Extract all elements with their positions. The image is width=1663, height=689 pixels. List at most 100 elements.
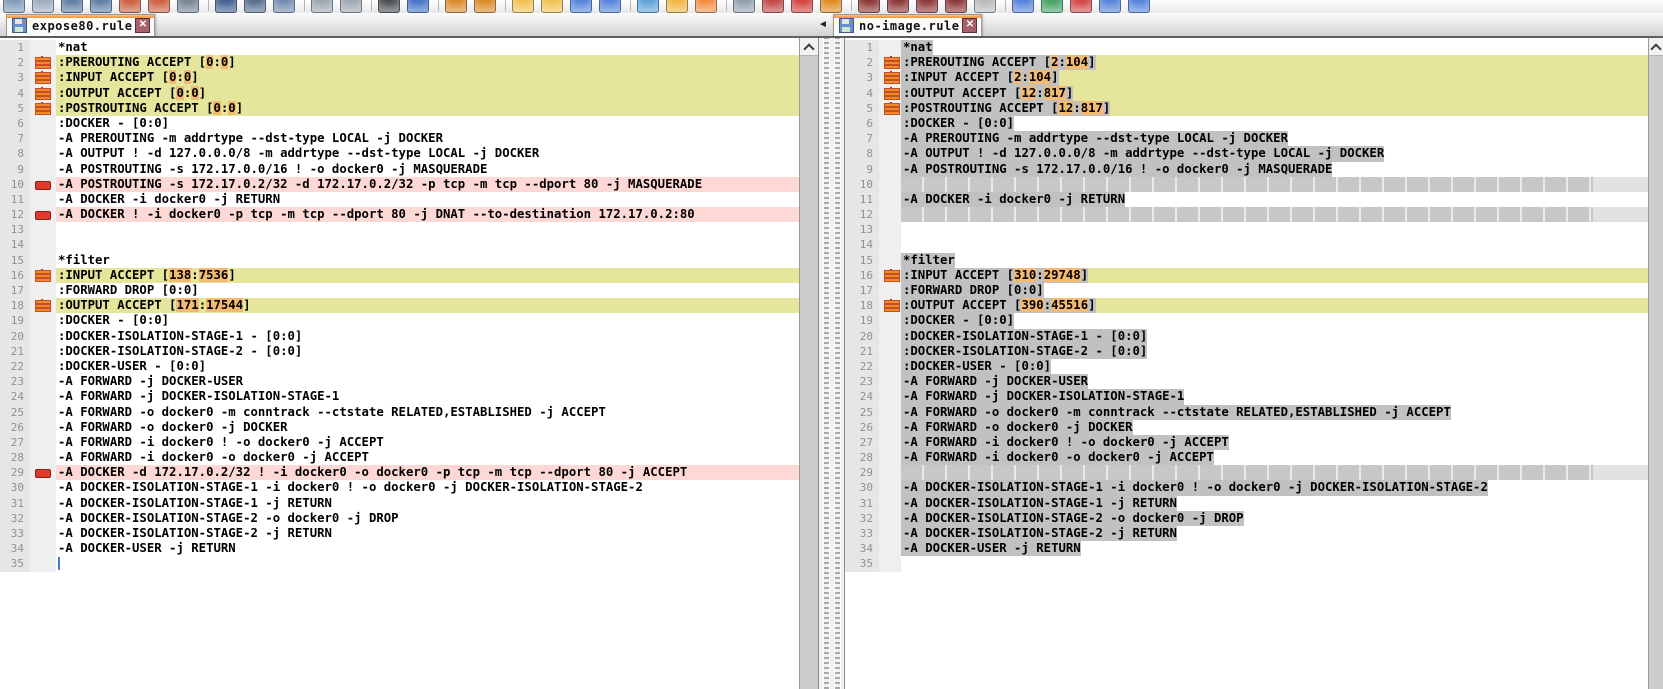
close-tab-icon[interactable]: ✕ [135,18,150,33]
code-line[interactable]: 12 [845,207,1649,222]
line-body[interactable]: :DOCKER - [0:0] [901,116,1649,131]
monitor-icon[interactable] [1099,0,1121,13]
line-body[interactable]: :DOCKER-USER - [0:0] [901,359,1649,374]
split-right-icon[interactable] [541,0,563,13]
left-vertical-scrollbar[interactable] [799,38,818,689]
code-line[interactable]: 21:DOCKER-ISOLATION-STAGE-2 - [0:0] [0,344,800,359]
line-body[interactable]: -A FORWARD -i docker0 -o docker0 -j ACCE… [56,450,800,465]
split-left-icon[interactable] [512,0,534,13]
note-icon[interactable] [695,0,717,13]
line-body[interactable]: -A DOCKER-USER -j RETURN [901,541,1649,556]
line-body[interactable]: :DOCKER - [0:0] [56,116,800,131]
close-file-icon[interactable] [119,0,141,13]
code-line[interactable]: 8-A OUTPUT ! -d 127.0.0.0/8 -m addrtype … [845,146,1649,161]
line-body[interactable] [901,237,1649,252]
delete-block-icon[interactable] [791,0,813,13]
line-body[interactable] [56,222,800,237]
line-body[interactable] [56,237,800,252]
line-body[interactable] [901,556,1649,571]
right-code-area[interactable]: 1*nat2:PREROUTING ACCEPT [2:104]3:INPUT … [845,38,1649,689]
line-body[interactable]: -A POSTROUTING -s 172.17.0.0/16 ! -o doc… [901,162,1649,177]
line-body[interactable]: :POSTROUTING ACCEPT [12:817] [901,101,1649,116]
code-line[interactable]: 5:POSTROUTING ACCEPT [12:817] [845,101,1649,116]
merge-chat-icon[interactable] [1012,0,1034,13]
first-diff-icon[interactable] [858,0,880,13]
line-body[interactable]: -A DOCKER-ISOLATION-STAGE-1 -j RETURN [901,496,1649,511]
code-line[interactable]: 8-A OUTPUT ! -d 127.0.0.0/8 -m addrtype … [0,146,800,161]
line-body[interactable]: :OUTPUT ACCEPT [390:45516] [901,298,1649,313]
line-body[interactable]: :PREROUTING ACCEPT [0:0] [56,55,800,70]
line-body[interactable]: -A FORWARD -o docker0 -j DOCKER [56,420,800,435]
line-body[interactable]: :DOCKER-ISOLATION-STAGE-2 - [0:0] [901,344,1649,359]
code-line[interactable]: 13 [0,222,800,237]
comment-icon[interactable] [666,0,688,13]
pane-splitter[interactable] [818,38,845,689]
code-line[interactable]: 30-A DOCKER-ISOLATION-STAGE-1 -i docker0… [0,480,800,495]
code-line[interactable]: 35 [0,556,800,571]
close-tab-icon[interactable]: ✕ [962,18,977,33]
tab-scroll-left-button[interactable]: ◄ [818,19,828,31]
code-line[interactable]: 15*filter [0,253,800,268]
code-line[interactable]: 28-A FORWARD -i docker0 -o docker0 -j AC… [845,450,1649,465]
code-line[interactable]: 9-A POSTROUTING -s 172.17.0.0/16 ! -o do… [845,162,1649,177]
code-line[interactable]: 19:DOCKER - [0:0] [845,313,1649,328]
line-body[interactable]: :DOCKER-ISOLATION-STAGE-2 - [0:0] [56,344,800,359]
code-line[interactable]: 29-A DOCKER -d 172.17.0.2/32 ! -i docker… [0,465,800,480]
line-body[interactable]: :DOCKER-ISOLATION-STAGE-1 - [0:0] [56,329,800,344]
code-line[interactable]: 17:FORWARD DROP [0:0] [845,283,1649,298]
code-line[interactable]: 16:INPUT ACCEPT [310:29748] [845,268,1649,283]
code-line[interactable]: 24-A FORWARD -j DOCKER-ISOLATION-STAGE-1 [0,389,800,404]
line-body[interactable]: -A FORWARD -o docker0 -m conntrack --cts… [56,405,800,420]
new-file-icon[interactable] [3,0,25,13]
tab-no-image-rule[interactable]: no-image.rule ✕ [833,14,982,36]
code-line[interactable]: 6:DOCKER - [0:0] [0,116,800,131]
right-vertical-scrollbar[interactable] [1648,38,1663,689]
print-icon[interactable] [177,0,199,13]
line-body[interactable]: *filter [56,253,800,268]
code-line[interactable]: 34-A DOCKER-USER -j RETURN [0,541,800,556]
line-body[interactable]: -A DOCKER-ISOLATION-STAGE-1 -j RETURN [56,496,800,511]
line-body[interactable]: -A FORWARD -o docker0 -j DOCKER [901,420,1649,435]
code-line[interactable]: 3:INPUT ACCEPT [0:0] [0,70,800,85]
line-body[interactable]: :POSTROUTING ACCEPT [0:0] [56,101,800,116]
line-body[interactable]: -A FORWARD -j DOCKER-ISOLATION-STAGE-1 [901,389,1649,404]
line-body[interactable]: -A FORWARD -i docker0 -o docker0 -j ACCE… [901,450,1649,465]
line-body[interactable]: :OUTPUT ACCEPT [12:817] [901,86,1649,101]
undo-icon[interactable] [311,0,333,13]
code-line[interactable]: 26-A FORWARD -o docker0 -j DOCKER [0,420,800,435]
save-icon[interactable] [61,0,83,13]
line-body[interactable]: :DOCKER-ISOLATION-STAGE-1 - [0:0] [901,329,1649,344]
code-line[interactable]: 4:OUTPUT ACCEPT [12:817] [845,86,1649,101]
code-line[interactable]: 29 [845,465,1649,480]
code-line[interactable]: 32-A DOCKER-ISOLATION-STAGE-2 -o docker0… [0,511,800,526]
line-body[interactable]: -A OUTPUT ! -d 127.0.0.0/8 -m addrtype -… [901,146,1649,161]
line-body[interactable] [901,207,1649,222]
code-line[interactable]: 2:PREROUTING ACCEPT [2:104] [845,55,1649,70]
code-line[interactable]: 27-A FORWARD -i docker0 ! -o docker0 -j … [0,435,800,450]
code-line[interactable]: 5:POSTROUTING ACCEPT [0:0] [0,101,800,116]
line-body[interactable] [901,465,1649,480]
last-diff-icon[interactable] [945,0,967,13]
code-line[interactable]: 26-A FORWARD -o docker0 -j DOCKER [845,420,1649,435]
code-line[interactable]: 31-A DOCKER-ISOLATION-STAGE-1 -j RETURN [0,496,800,511]
line-body[interactable]: -A FORWARD -i docker0 ! -o docker0 -j AC… [56,435,800,450]
line-body[interactable]: *nat [56,40,800,55]
code-line[interactable]: 1*nat [845,40,1649,55]
edit-line-icon[interactable] [762,0,784,13]
line-body[interactable]: -A DOCKER -d 172.17.0.2/32 ! -i docker0 … [56,465,800,480]
line-body[interactable] [56,556,800,571]
line-body[interactable]: -A DOCKER-ISOLATION-STAGE-2 -j RETURN [901,526,1649,541]
paste-icon[interactable] [273,0,295,13]
line-body[interactable]: -A PREROUTING -m addrtype --dst-type LOC… [56,131,800,146]
line-body[interactable]: -A POSTROUTING -s 172.17.0.2/32 -d 172.1… [56,177,800,192]
line-body[interactable]: -A DOCKER-ISOLATION-STAGE-2 -o docker0 -… [901,511,1649,526]
line-body[interactable] [901,177,1649,192]
line-body[interactable]: -A FORWARD -i docker0 ! -o docker0 -j AC… [901,435,1649,450]
redo-icon[interactable] [340,0,362,13]
code-line[interactable]: 25-A FORWARD -o docker0 -m conntrack --c… [0,405,800,420]
line-body[interactable]: :PREROUTING ACCEPT [2:104] [901,55,1649,70]
line-body[interactable]: :DOCKER - [0:0] [901,313,1649,328]
line-body[interactable]: :INPUT ACCEPT [2:104] [901,70,1649,85]
word-wrap-icon[interactable] [570,0,592,13]
code-line[interactable]: 28-A FORWARD -i docker0 -o docker0 -j AC… [0,450,800,465]
